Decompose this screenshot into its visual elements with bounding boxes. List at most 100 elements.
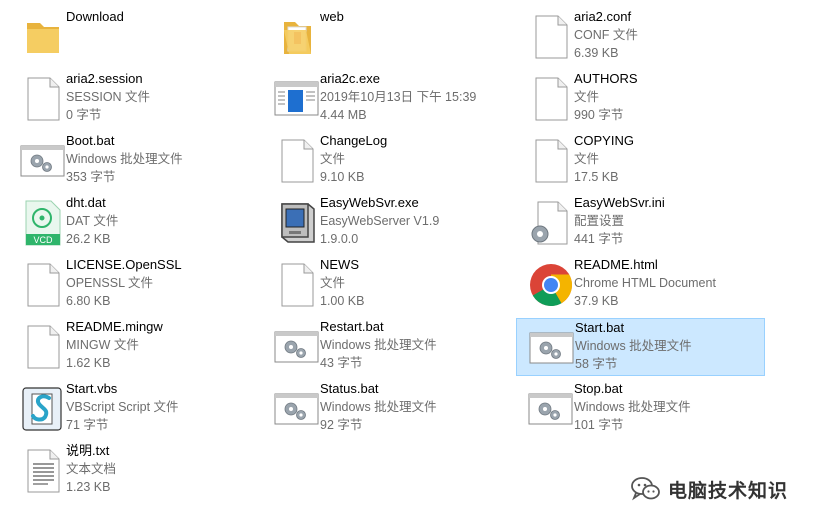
file-item[interactable]: Start.bat Windows 批处理文件 58 字节 xyxy=(516,318,765,376)
file-details: Boot.bat Windows 批处理文件 353 字节 xyxy=(66,132,253,186)
file-item[interactable]: aria2c.exe 2019年10月13日 下午 15:39 4.44 MB xyxy=(262,70,511,128)
file-type: 2019年10月13日 下午 15:39 xyxy=(320,90,477,104)
file-name: README.html xyxy=(574,257,658,272)
file-size: 6.39 KB xyxy=(574,46,619,60)
file-details: Restart.bat Windows 批处理文件 43 字节 xyxy=(320,318,507,372)
file-item[interactable]: COPYING 文件 17.5 KB xyxy=(516,132,765,190)
file-size: 353 字节 xyxy=(66,170,116,184)
file-item[interactable]: 说明.txt 文本文档 1.23 KB xyxy=(8,442,257,500)
file-item[interactable]: aria2.conf CONF 文件 6.39 KB xyxy=(516,8,765,66)
file-item[interactable]: LICENSE.OpenSSL OPENSSL 文件 6.80 KB xyxy=(8,256,257,314)
file-details: web xyxy=(320,8,507,26)
file-details: EasyWebSvr.ini 配置设置 441 字节 xyxy=(574,194,761,248)
file-name: 说明.txt xyxy=(66,443,110,458)
file-item[interactable]: EasyWebSvr.exe EasyWebServer V1.9 1.9.0.0 xyxy=(262,194,511,252)
file-type: DAT 文件 xyxy=(66,214,119,228)
file-details: README.html Chrome HTML Document 37.9 KB xyxy=(574,256,761,310)
file-item[interactable]: Download xyxy=(8,8,257,66)
file-name: README.mingw xyxy=(66,319,163,334)
file-name: ChangeLog xyxy=(320,133,388,148)
text-file-icon xyxy=(18,446,68,496)
file-item[interactable]: aria2.session SESSION 文件 0 字节 xyxy=(8,70,257,128)
file-size: 1.9.0.0 xyxy=(320,232,359,246)
file-details: README.mingw MINGW 文件 1.62 KB xyxy=(66,318,253,372)
file-grid: Download web aria2.conf CONF 文件 6.39 KB aria2… xyxy=(0,0,817,524)
file-size: 990 字节 xyxy=(574,108,624,122)
file-size: 1.23 KB xyxy=(66,480,111,494)
file-item[interactable]: Restart.bat Windows 批处理文件 43 字节 xyxy=(262,318,511,376)
server-computer-icon xyxy=(272,198,322,248)
file-item[interactable]: README.mingw MINGW 文件 1.62 KB xyxy=(8,318,257,376)
blank-file-icon xyxy=(18,322,68,372)
blank-file-icon xyxy=(526,12,576,62)
blank-file-icon xyxy=(18,74,68,124)
file-type: Chrome HTML Document xyxy=(574,276,716,290)
file-size: 6.80 KB xyxy=(66,294,111,308)
wechat-icon xyxy=(630,475,662,503)
file-item[interactable]: NEWS 文件 1.00 KB xyxy=(262,256,511,314)
file-item[interactable]: AUTHORS 文件 990 字节 xyxy=(516,70,765,128)
file-details: ChangeLog 文件 9.10 KB xyxy=(320,132,507,186)
blank-file-icon xyxy=(272,136,322,186)
file-details: EasyWebSvr.exe EasyWebServer V1.9 1.9.0.0 xyxy=(320,194,507,248)
file-name: aria2.conf xyxy=(574,9,632,24)
file-type: VBScript Script 文件 xyxy=(66,400,179,414)
file-details: Start.bat Windows 批处理文件 58 字节 xyxy=(575,319,760,373)
file-name: NEWS xyxy=(320,257,359,272)
file-size: 1.00 KB xyxy=(320,294,365,308)
file-name: web xyxy=(320,9,344,24)
file-name: Status.bat xyxy=(320,381,379,396)
watermark: 电脑技术知识 xyxy=(630,474,788,504)
file-item[interactable]: VCD dht.dat DAT 文件 26.2 KB xyxy=(8,194,257,252)
file-name: Start.bat xyxy=(575,320,625,335)
file-type: 配置设置 xyxy=(574,214,625,228)
file-name: Boot.bat xyxy=(66,133,115,148)
file-type: 文件 xyxy=(320,152,346,166)
file-item[interactable]: Boot.bat Windows 批处理文件 353 字节 xyxy=(8,132,257,190)
file-details: dht.dat DAT 文件 26.2 KB xyxy=(66,194,253,248)
file-type: 文件 xyxy=(574,152,600,166)
file-size: 17.5 KB xyxy=(574,170,619,184)
file-item[interactable]: README.html Chrome HTML Document 37.9 KB xyxy=(516,256,765,314)
file-type: 文件 xyxy=(320,276,346,290)
file-type: 文本文档 xyxy=(66,462,117,476)
file-name: dht.dat xyxy=(66,195,106,210)
batch-gear-icon xyxy=(272,322,322,372)
file-type: OPENSSL 文件 xyxy=(66,276,154,290)
file-type: SESSION 文件 xyxy=(66,90,151,104)
file-type: Windows 批处理文件 xyxy=(575,339,692,353)
file-type: 文件 xyxy=(574,90,600,104)
file-item[interactable]: ChangeLog 文件 9.10 KB xyxy=(262,132,511,190)
file-size: 43 字节 xyxy=(320,356,363,370)
file-size: 26.2 KB xyxy=(66,232,111,246)
file-name: EasyWebSvr.ini xyxy=(574,195,665,210)
file-size: 1.62 KB xyxy=(66,356,111,370)
file-item[interactable]: Status.bat Windows 批处理文件 92 字节 xyxy=(262,380,511,438)
file-size: 58 字节 xyxy=(575,357,618,371)
batch-gear-icon xyxy=(527,323,577,373)
blank-file-icon xyxy=(18,260,68,310)
blank-file-icon xyxy=(526,136,576,186)
file-details: COPYING 文件 17.5 KB xyxy=(574,132,761,186)
folder-icon xyxy=(18,12,68,62)
file-item[interactable]: web xyxy=(262,8,511,66)
file-details: Status.bat Windows 批处理文件 92 字节 xyxy=(320,380,507,434)
file-item[interactable]: EasyWebSvr.ini 配置设置 441 字节 xyxy=(516,194,765,252)
file-type: Windows 批处理文件 xyxy=(66,152,183,166)
settings-file-icon xyxy=(526,198,576,248)
file-type: Windows 批处理文件 xyxy=(574,400,691,414)
file-size: 441 字节 xyxy=(574,232,624,246)
file-type: CONF 文件 xyxy=(574,28,638,42)
file-details: 说明.txt 文本文档 1.23 KB xyxy=(66,442,253,496)
file-details: AUTHORS 文件 990 字节 xyxy=(574,70,761,124)
file-details: aria2.session SESSION 文件 0 字节 xyxy=(66,70,253,124)
file-type: MINGW 文件 xyxy=(66,338,139,352)
file-details: aria2c.exe 2019年10月13日 下午 15:39 4.44 MB xyxy=(320,70,507,124)
file-name: Restart.bat xyxy=(320,319,384,334)
batch-gear-icon xyxy=(526,384,576,434)
file-item[interactable]: Start.vbs VBScript Script 文件 71 字节 xyxy=(8,380,257,438)
file-size: 101 字节 xyxy=(574,418,624,432)
vcd-icon: VCD xyxy=(18,198,68,248)
file-size: 4.44 MB xyxy=(320,108,367,122)
file-item[interactable]: Stop.bat Windows 批处理文件 101 字节 xyxy=(516,380,765,438)
